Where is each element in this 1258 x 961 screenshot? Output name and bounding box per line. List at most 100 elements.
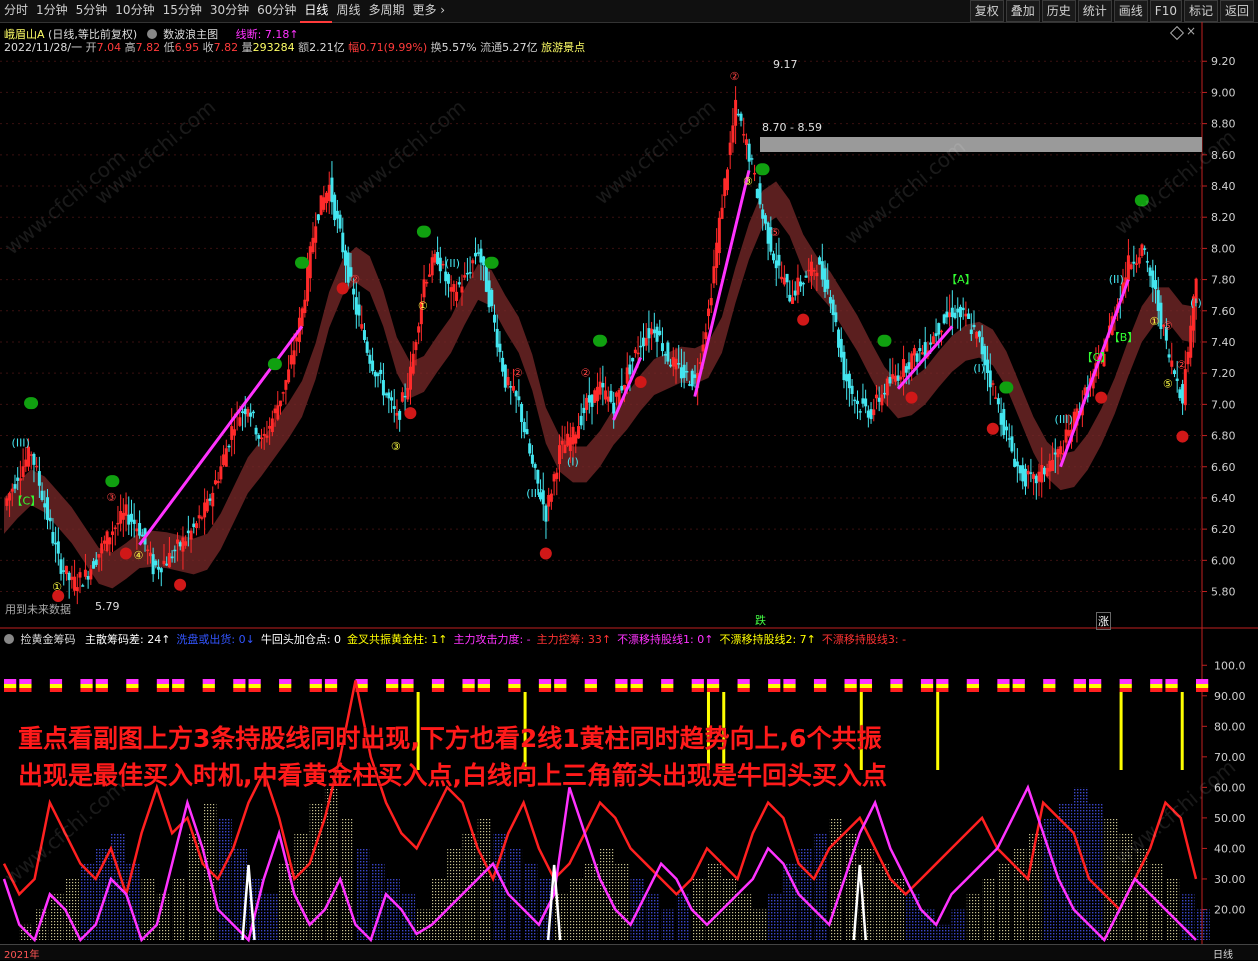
hold-line-1: [1012, 679, 1025, 684]
hold-line-1: [1119, 679, 1132, 684]
hold-line-3: [1012, 688, 1025, 692]
sub-panel-title[interactable]: 捡黄金筹码: [21, 633, 76, 646]
hold-line-2: [737, 684, 750, 688]
candle-body: [999, 413, 1003, 425]
sub-y-tick-label: 40.00: [1214, 842, 1246, 855]
candle-body: [525, 429, 529, 435]
hold-line-1: [538, 679, 552, 684]
hold-line-2: [813, 684, 827, 688]
hold-line-3: [1165, 688, 1178, 692]
hold-line-3: [890, 688, 903, 692]
hold-line-2: [661, 684, 674, 688]
hold-line-3: [615, 688, 628, 692]
hold-line-2: [783, 684, 796, 688]
hold-line-3: [966, 688, 979, 692]
candle-body: [939, 330, 943, 333]
candle-body: [474, 252, 478, 257]
candle-body: [842, 351, 846, 381]
y-tick-label: 5.80: [1211, 586, 1236, 599]
candle-body: [850, 385, 854, 394]
buy-signal-icon: [404, 407, 417, 420]
wave-label: ②: [1176, 359, 1186, 372]
candle-body: [731, 125, 735, 143]
candle-body: [793, 290, 797, 296]
candle-body: [381, 380, 385, 396]
hold-line-2: [1012, 684, 1025, 688]
hold-line-1: [462, 679, 475, 684]
hold-line-1: [477, 679, 490, 684]
hold-line-3: [1119, 688, 1132, 692]
candle-body: [129, 513, 133, 522]
candle-body: [650, 328, 654, 335]
sell-signal-icon: [267, 358, 282, 371]
buy-signal-icon: [174, 578, 187, 591]
hold-line-1: [324, 679, 338, 684]
chip-bar: [263, 894, 278, 940]
candle-body: [674, 358, 678, 370]
candle-body: [468, 272, 472, 274]
candle-body: [566, 433, 570, 446]
candle-body: [831, 299, 835, 316]
candle-body: [669, 364, 673, 367]
candle-body: [815, 272, 819, 277]
instruction-line-1: 重点看副图上方3条持股线同时出现,下方也看2线1黄柱同时趋势向上,6个共振: [18, 724, 882, 753]
candle-body: [782, 277, 786, 285]
hold-line-1: [1073, 679, 1086, 684]
sub-panel-value: 牛回头加仓点: 0: [260, 633, 342, 646]
chip-bar: [951, 909, 966, 940]
candle-body: [790, 297, 794, 304]
candle-body: [679, 367, 683, 379]
hold-line-1: [966, 679, 979, 684]
candle-body: [70, 576, 74, 580]
hold-line-3: [844, 688, 857, 692]
chip-bar: [875, 863, 889, 940]
golden-column: [936, 692, 940, 770]
sub-panel-value: 主散筹码差: 24↑: [85, 633, 171, 646]
sell-signal-icon: [999, 381, 1014, 394]
chip-bar: [661, 909, 675, 940]
buy-signal-icon: [634, 375, 647, 388]
candle-body: [777, 254, 781, 266]
candle-body: [314, 226, 318, 243]
candle-body: [576, 426, 580, 439]
candle-body: [484, 264, 488, 292]
y-tick-label: 8.40: [1211, 180, 1236, 193]
candle-body: [330, 177, 334, 203]
wave-label: ①: [418, 300, 428, 313]
rise-marker: 涨: [1096, 612, 1111, 630]
candle-body: [409, 366, 413, 390]
candle-body: [303, 299, 307, 314]
candle-body: [273, 408, 277, 414]
wave-label: (II): [445, 257, 460, 270]
candle-body: [276, 405, 280, 420]
candle-body: [918, 348, 922, 352]
candle-body: [1015, 461, 1019, 467]
candle-body: [728, 142, 732, 156]
candle-body: [720, 207, 724, 219]
candle-body: [213, 480, 217, 485]
hold-line-2: [156, 684, 170, 688]
chip-bar: [768, 894, 782, 940]
hold-line-1: [1150, 679, 1163, 684]
hold-line-3: [1073, 688, 1086, 692]
candle-body: [81, 585, 85, 587]
candle-body: [1067, 430, 1071, 436]
candle-body: [192, 523, 196, 528]
wave-label: 【C】: [12, 495, 42, 508]
hold-line-3: [936, 688, 949, 692]
buy-signal-icon: [986, 422, 999, 435]
candle-body: [338, 214, 342, 229]
wave-label: (I): [567, 456, 579, 469]
candle-body: [241, 411, 245, 414]
sub-panel-value: 不漂移持股线1: 0↑: [617, 633, 714, 646]
hold-line-1: [691, 679, 704, 684]
chip-bar: [722, 878, 737, 940]
chip-bar: [1196, 909, 1210, 940]
candle-body: [614, 392, 618, 397]
sub-indicator-toggle-icon[interactable]: [4, 634, 14, 644]
golden-column: [1119, 692, 1123, 770]
hold-line-1: [768, 679, 781, 684]
candle-body: [165, 563, 169, 566]
candle-body: [707, 308, 711, 317]
candle-body: [631, 357, 635, 362]
